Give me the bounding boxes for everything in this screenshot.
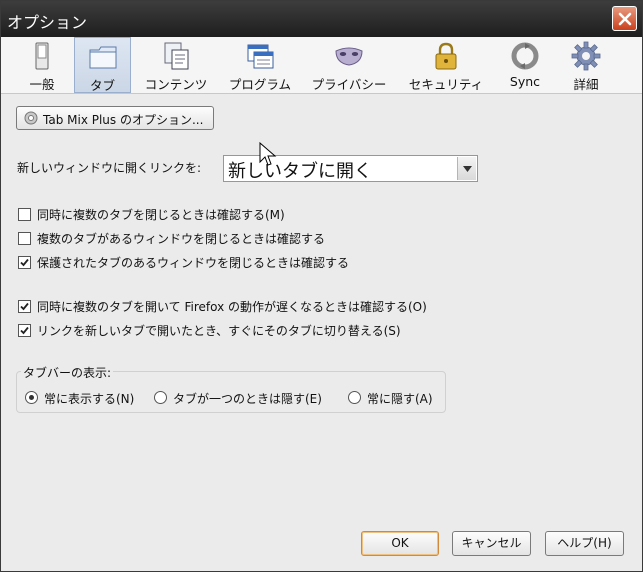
privacy-mask-icon <box>335 47 363 66</box>
gear-icon <box>571 41 601 71</box>
tab-mix-plus-options-label: Tab Mix Plus のオプション... <box>43 113 204 127</box>
tab-advanced[interactable]: 詳細 <box>563 37 609 93</box>
radio-hide-when-one-tab[interactable] <box>154 391 167 404</box>
sync-icon <box>511 42 539 70</box>
cancel-button[interactable]: キャンセル <box>452 531 531 556</box>
dropdown-arrow[interactable] <box>457 157 476 180</box>
close-button[interactable] <box>612 6 637 31</box>
tab-privacy[interactable]: プライバシー <box>306 37 392 93</box>
padlock-icon <box>435 42 457 70</box>
tab-sync[interactable]: Sync <box>501 37 549 93</box>
preferences-pane-toolbar: 一般 タブ コンテンツ プログラム プライバシー セキュリティ Sync 詳細 <box>1 37 642 94</box>
tab-folder-icon <box>89 46 116 69</box>
close-icon <box>618 12 631 25</box>
window-title: オプション <box>7 13 88 32</box>
options-dialog: オプション 一般 タブ コンテンツ プログラム プライバシー セキュリティ Sy… <box>0 0 643 572</box>
checkmark-icon <box>20 326 29 335</box>
checkbox-warn-close-protected[interactable] <box>18 256 31 269</box>
open-links-label: 新しいウィンドウに開くリンクを: <box>17 161 202 175</box>
checkbox-warn-close-multiple[interactable] <box>18 208 31 221</box>
chevron-down-icon <box>462 165 472 172</box>
content-document-icon <box>164 42 189 70</box>
switch-icon <box>35 42 49 70</box>
checkbox-warn-open-many[interactable] <box>18 300 31 313</box>
tabs-pane-content: Tab Mix Plus のオプション... 新しいウィンドウに開くリンクを: … <box>1 94 642 571</box>
tab-security[interactable]: セキュリティ <box>402 37 490 93</box>
tab-applications[interactable]: プログラム <box>223 37 297 93</box>
tab-mix-plus-icon <box>24 111 38 125</box>
checkmark-icon <box>20 302 29 311</box>
open-links-value: 新しいタブに開く <box>228 161 372 182</box>
radio-always-hide[interactable] <box>348 391 361 404</box>
checkbox-switch-to-new-tab[interactable] <box>18 324 31 337</box>
tab-tabs[interactable]: タブ <box>74 37 131 93</box>
help-button[interactable]: ヘルプ(H) <box>545 531 624 556</box>
tab-mix-plus-options-button[interactable]: Tab Mix Plus のオプション... <box>16 106 214 130</box>
tab-content[interactable]: コンテンツ <box>138 37 214 93</box>
tab-general[interactable]: 一般 <box>19 37 65 93</box>
title-bar: オプション <box>1 1 642 37</box>
mouse-cursor-icon <box>259 142 277 166</box>
radio-always-show[interactable] <box>25 391 38 404</box>
ok-button[interactable]: OK <box>361 531 439 556</box>
applications-icon <box>247 44 274 69</box>
checkbox-warn-close-window[interactable] <box>18 232 31 245</box>
tabbar-display-caption: タブバーの表示: <box>21 364 114 381</box>
checkmark-icon <box>20 258 29 267</box>
radio-selected-dot <box>29 395 34 400</box>
